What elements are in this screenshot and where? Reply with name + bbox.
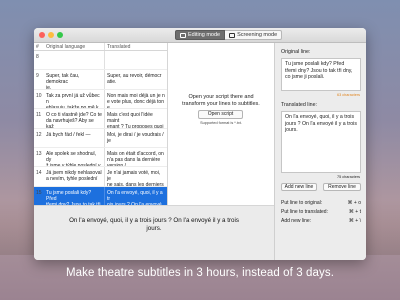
translated-line-label: Translated line: <box>281 102 318 108</box>
row-number: 15 <box>36 189 42 196</box>
mode-switcher: Editing mode Screening mode <box>175 30 283 40</box>
translated-char-count: 75 characters <box>336 175 360 179</box>
row-translated[interactable]: Moi, je dirai / je voudrais / je … <box>105 129 167 147</box>
table-row[interactable]: 11 O co ti vlastně jde? Co te da navrhuj… <box>34 109 167 129</box>
row-number: 11 <box>36 112 42 119</box>
zoom-window-button[interactable] <box>57 32 63 38</box>
shortcut-label: Add new line: <box>281 218 312 224</box>
row-number: 13 <box>36 150 42 157</box>
titlebar: Editing mode Screening mode <box>34 28 366 43</box>
row-original[interactable]: Já jsem nikdy nehlasoval a nevím, tyhle … <box>44 167 105 186</box>
table-row[interactable]: 9 Super, tak čau, demokrac ie. Super, au… <box>34 70 167 90</box>
inspector-sidebar: Original line: Tu jsme poslali kdy? Před… <box>274 43 366 260</box>
table-row[interactable]: 8 <box>34 51 167 71</box>
original-line-field[interactable]: Tu jsme poslali kdy? Před třemi dny? Jso… <box>281 58 361 91</box>
row-translated[interactable]: Non mais moi déjà un je n e vote plus, d… <box>105 90 167 108</box>
table-row[interactable]: 10 Tak za první já už vůbec n ehlasuju, … <box>34 89 167 110</box>
row-number: 9 <box>36 73 39 80</box>
row-number: 10 <box>36 92 42 99</box>
shortcut-keys: ⌘ + \ <box>348 218 361 224</box>
shortcut-keys: ⌘ + o <box>347 200 361 206</box>
row-translated[interactable]: On l'a envoyé, quoi, il y a tr ois jours… <box>105 187 167 205</box>
remove-line-button[interactable]: Remove line <box>323 183 361 191</box>
table-row[interactable]: 12 Já bych řád / řekl — Moi, je dirai / … <box>34 128 167 148</box>
row-original[interactable]: Super, tak čau, demokrac ie. <box>44 70 105 89</box>
row-original[interactable]: Ale spolek se shodnul, dy ž jsme v týhle… <box>44 147 105 167</box>
row-number: 12 <box>36 131 42 138</box>
script-panel: Open your script there and transform you… <box>168 43 274 205</box>
subtitle-preview: On l'a envoyé, quoi, il y a trois jours … <box>34 205 274 260</box>
table-body: 8 9 Super, tak čau, demokrac ie. Super, … <box>34 51 167 205</box>
row-translated[interactable]: Super, au revoir, démocr atie. <box>105 70 167 88</box>
row-number: 8 <box>36 54 39 60</box>
row-translated[interactable]: Je n'ai jamais voté, moi, je ne sais, da… <box>105 167 167 185</box>
minimize-window-button[interactable] <box>48 32 54 38</box>
row-original[interactable] <box>44 51 105 70</box>
row-translated[interactable]: Mais c'est quoi l'idée maint enant ? Tu … <box>105 109 167 127</box>
table-row[interactable]: 13 Ale spolek se shodnul, dy ž jsme v tý… <box>34 147 167 168</box>
screening-mode-label: Screening mode <box>237 32 278 38</box>
editing-mode-button[interactable]: Editing mode <box>175 30 226 40</box>
marketing-caption: Make theatre subtitles in 3 hours, inste… <box>65 267 335 279</box>
screening-mode-button[interactable]: Screening mode <box>225 30 283 40</box>
row-translated[interactable] <box>105 51 167 69</box>
screening-icon <box>229 32 236 38</box>
column-header-translated[interactable]: Translated <box>105 43 167 50</box>
translated-line-field[interactable]: On l'a envoyé, quoi, il y a trois jours … <box>281 111 361 173</box>
open-script-button[interactable]: Open script <box>198 110 243 119</box>
editing-icon <box>180 32 186 38</box>
row-original[interactable]: Já bych řád / řekl — <box>44 128 105 147</box>
table-header: # Original language Translated <box>34 43 167 51</box>
row-original[interactable]: Tu jsme poslali kdy? Před třemi dny? Jso… <box>44 186 105 205</box>
row-original[interactable]: Tak za první já už vůbec n ehlasuju, tak… <box>44 89 105 109</box>
original-char-count: 63 characters <box>336 93 360 97</box>
shortcut-row: Put line to translated: ⌘ + t <box>281 209 361 215</box>
table-row-selected[interactable]: 15 Tu jsme poslali kdy? Před třemi dny? … <box>34 186 167 205</box>
row-number: 14 <box>36 170 42 177</box>
row-original[interactable]: O co ti vlastně jde? Co te da navrhuješ?… <box>44 109 105 128</box>
subtitle-table: # Original language Translated 8 9 Super… <box>34 43 168 205</box>
shortcut-label: Put line to original: <box>281 200 323 206</box>
column-header-number[interactable]: # <box>34 43 44 50</box>
column-header-original[interactable]: Original language <box>44 43 105 50</box>
close-window-button[interactable] <box>39 32 45 38</box>
supported-format-note: Supported format is *.txt. <box>200 121 242 125</box>
original-line-label: Original line: <box>281 49 311 55</box>
open-script-prompt: Open your script there and transform you… <box>182 94 260 107</box>
shortcut-keys: ⌘ + t <box>348 209 361 215</box>
shortcut-row: Put line to original: ⌘ + o <box>281 200 361 206</box>
editing-mode-label: Editing mode <box>188 32 221 38</box>
app-window: Editing mode Screening mode # Original l… <box>34 28 366 260</box>
shortcut-label: Put line to translated: <box>281 209 328 215</box>
add-new-line-button[interactable]: Add new line <box>281 183 317 191</box>
shortcut-row: Add new line: ⌘ + \ <box>281 218 361 224</box>
table-row[interactable]: 14 Já jsem nikdy nehlasoval a nevím, tyh… <box>34 167 167 187</box>
main-content: # Original language Translated 8 9 Super… <box>34 43 366 260</box>
preview-text: On l'a envoyé, quoi, il y a trois jours … <box>69 217 239 232</box>
row-translated[interactable]: Mais on était d'accord, on n'a pas dans … <box>105 148 167 166</box>
